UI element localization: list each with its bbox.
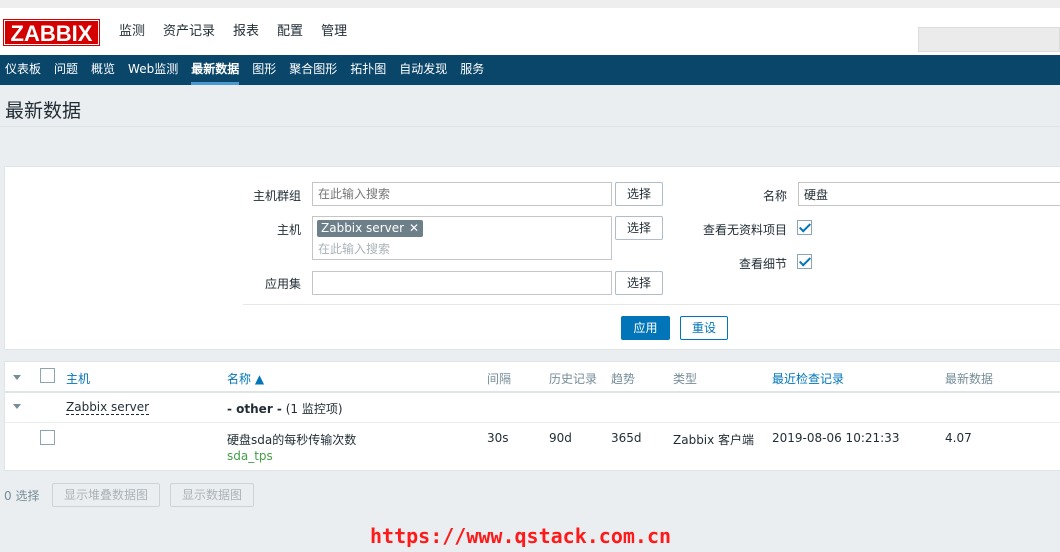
application-label: 应用集	[264, 277, 301, 291]
column-interval: 间隔	[487, 372, 512, 386]
host-group-input[interactable]	[312, 182, 612, 206]
top-menu-inventory[interactable]: 资产记录	[154, 18, 224, 55]
sub-menu-maps[interactable]: 拓扑图	[345, 55, 392, 85]
column-trends: 趋势	[611, 372, 636, 386]
host-label: 主机	[276, 223, 301, 237]
show-items-without-data-label: 查看无资料项目	[702, 223, 787, 237]
sub-menu-discovery[interactable]: 自动发现	[394, 55, 453, 85]
host-group-label: 主机群组	[252, 189, 301, 203]
sub-menu-services[interactable]: 服务	[455, 55, 490, 85]
host-tag: Zabbix server ✕	[317, 220, 424, 237]
selected-count: 0 选择	[4, 489, 40, 503]
display-stacked-graph-button[interactable]: 显示堆叠数据图	[52, 483, 160, 507]
host-tag-label: Zabbix server	[321, 221, 405, 235]
sub-menu: 仪表板 问题 概览 Web监测 最新数据 图形 聚合图形 拓扑图 自动发现 服务	[0, 55, 1060, 85]
reset-button[interactable]: 重设	[680, 316, 728, 340]
top-menu-configuration[interactable]: 配置	[268, 18, 312, 55]
column-type: 类型	[673, 372, 698, 386]
column-last-check[interactable]: 最近检查记录	[772, 370, 844, 387]
column-history: 历史记录	[549, 372, 598, 386]
item-trends: 365d	[611, 431, 642, 445]
row-divider	[5, 422, 1060, 423]
top-menu: 监测 资产记录 报表 配置 管理	[110, 18, 356, 64]
group-collapse-icon[interactable]	[13, 404, 21, 409]
item-interval: 30s	[487, 431, 509, 445]
filter-panel: 主机群组 选择 主机 Zabbix server✕ 在此输入搜索 选择 应用集 …	[4, 166, 1060, 350]
top-menu-administration[interactable]: 管理	[312, 18, 356, 55]
item-history: 90d	[549, 431, 572, 445]
host-group-select-button[interactable]: 选择	[615, 182, 663, 206]
row-checkbox[interactable]	[40, 430, 55, 445]
header-divider	[5, 391, 1060, 393]
host-multiselect[interactable]: Zabbix server ✕ 在此输入搜索	[312, 216, 612, 260]
show-details-label: 查看细节	[738, 257, 787, 271]
application-input[interactable]	[312, 271, 612, 295]
item-last-value: 4.07	[945, 431, 972, 445]
application-group-label: - other -	[227, 402, 282, 416]
show-details-checkbox[interactable]	[797, 254, 812, 269]
host-input-placeholder: 在此输入搜索	[318, 242, 391, 256]
name-label: 名称	[762, 189, 787, 203]
title-divider	[0, 126, 1060, 127]
filter-divider	[243, 304, 1060, 305]
sub-menu-latest-data[interactable]: 最新数据	[186, 55, 245, 85]
zabbix-logo[interactable]: ZABBIX	[3, 19, 100, 46]
global-search-input[interactable]	[918, 27, 1060, 52]
sub-menu-dashboard[interactable]: 仪表板	[0, 55, 47, 85]
item-type: Zabbix 客户端	[673, 433, 755, 447]
select-all-checkbox[interactable]	[40, 368, 55, 383]
remove-tag-icon[interactable]: ✕	[409, 221, 419, 235]
latest-data-table: 主机 名称 ▲ 间隔 历史记录 趋势 类型 最近检查记录 最新数据 Zabbix…	[4, 361, 1060, 471]
application-group: - other - (1 监控项)	[227, 400, 343, 417]
show-items-without-data-checkbox[interactable]	[797, 220, 812, 235]
sub-menu-graphs[interactable]: 图形	[247, 55, 282, 85]
application-select-button[interactable]: 选择	[615, 271, 663, 295]
item-last-check: 2019-08-06 10:21:33	[772, 431, 900, 445]
host-link[interactable]: Zabbix server	[66, 400, 150, 415]
top-bar: ZABBIX 监测 资产记录 报表 配置 管理	[0, 0, 1060, 64]
display-graph-button[interactable]: 显示数据图	[170, 483, 254, 507]
column-last-value: 最新数据	[945, 372, 994, 386]
top-menu-monitoring[interactable]: 监测	[110, 18, 154, 64]
item-name: 硬盘sda的每秒传输次数	[227, 433, 357, 447]
apply-button[interactable]: 应用	[621, 316, 670, 340]
sub-menu-web[interactable]: Web监测	[123, 55, 184, 85]
column-name[interactable]: 名称 ▲	[227, 370, 264, 387]
application-group-count: (1 监控项)	[281, 402, 343, 416]
column-host[interactable]: 主机	[66, 370, 90, 387]
watermark: https://www.qstack.com.cn	[370, 524, 672, 548]
sub-menu-problems[interactable]: 问题	[49, 55, 84, 85]
sub-menu-screens[interactable]: 聚合图形	[284, 55, 343, 85]
top-menu-reports[interactable]: 报表	[224, 18, 268, 55]
group-host: Zabbix server	[66, 400, 150, 415]
sub-menu-overview[interactable]: 概览	[86, 55, 121, 85]
collapse-all-icon[interactable]	[13, 375, 21, 380]
host-select-button[interactable]: 选择	[615, 216, 663, 240]
item-key: sda_tps	[227, 449, 273, 463]
page-title: 最新数据	[5, 100, 82, 122]
name-input[interactable]	[798, 182, 1060, 206]
